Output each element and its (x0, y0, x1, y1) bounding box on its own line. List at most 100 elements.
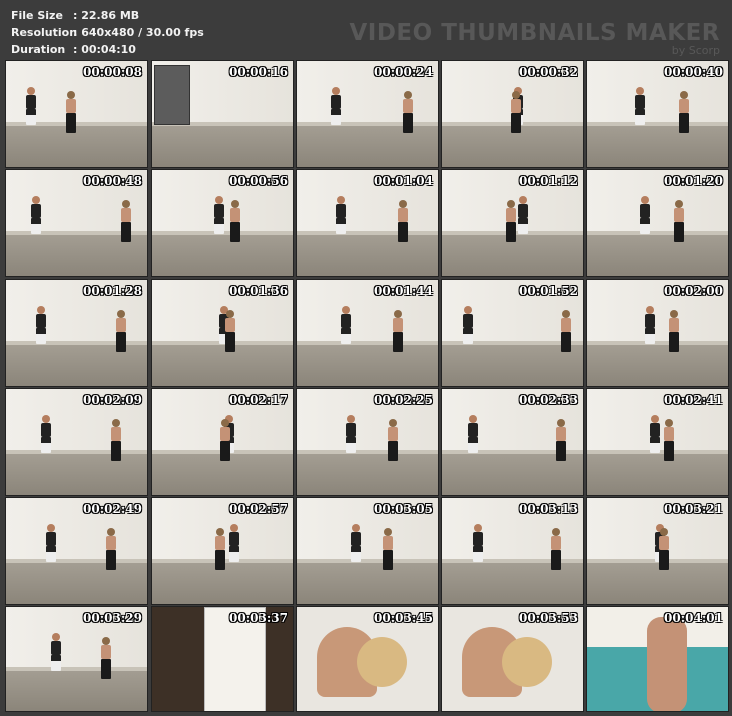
man-figure (645, 306, 655, 344)
figure-torso (229, 532, 239, 546)
video-thumbnail[interactable]: 00:01:36 (151, 279, 294, 387)
video-thumbnail[interactable]: 00:00:16 (151, 60, 294, 168)
duration-value: : 00:04:10 (73, 43, 136, 56)
video-thumbnail[interactable]: 00:02:09 (5, 388, 148, 496)
figure-head (352, 524, 360, 532)
woman-figure (383, 528, 393, 570)
video-thumbnail[interactable]: 00:04:01 (586, 606, 729, 712)
woman-figure (664, 419, 674, 461)
figure-legs (650, 437, 660, 453)
figure-torso (220, 427, 230, 441)
figure-torso (403, 99, 413, 113)
video-thumbnail[interactable]: 00:01:20 (586, 169, 729, 277)
figure-torso (41, 423, 51, 437)
thumbnail-timestamp: 00:01:36 (229, 284, 288, 298)
duration-label: Duration (11, 43, 66, 56)
close-up-hair (502, 637, 552, 687)
video-thumbnail[interactable]: 00:02:41 (586, 388, 729, 496)
video-thumbnail[interactable]: 00:02:49 (5, 497, 148, 605)
floor (297, 452, 438, 495)
figure-torso (659, 536, 669, 550)
video-thumbnail[interactable]: 00:01:12 (441, 169, 584, 277)
video-thumbnail[interactable]: 00:02:33 (441, 388, 584, 496)
figure-head (67, 91, 75, 99)
video-thumbnail[interactable]: 00:01:52 (441, 279, 584, 387)
figure-legs (473, 546, 483, 562)
video-thumbnail[interactable]: 00:03:05 (296, 497, 439, 605)
figure-torso (664, 427, 674, 441)
video-thumbnail[interactable]: 00:00:48 (5, 169, 148, 277)
figure-torso (111, 427, 121, 441)
watermark-title: VIDEO THUMBNAILS MAKER (349, 20, 720, 46)
figure-torso (66, 99, 76, 113)
man-figure (346, 415, 356, 453)
figure-head (512, 91, 520, 99)
figure-torso (383, 536, 393, 550)
garage-door (154, 65, 190, 125)
figure-legs (463, 328, 473, 344)
video-thumbnail[interactable]: 00:01:44 (296, 279, 439, 387)
man-figure (26, 87, 36, 125)
figure-legs (398, 222, 408, 242)
video-thumbnail[interactable]: 00:00:32 (441, 60, 584, 168)
figure-legs (393, 332, 403, 352)
figure-head (215, 196, 223, 204)
video-thumbnail[interactable]: 00:00:24 (296, 60, 439, 168)
figure-legs (116, 332, 126, 352)
video-thumbnail[interactable]: 00:03:45 (296, 606, 439, 712)
video-thumbnail[interactable]: 00:03:13 (441, 497, 584, 605)
figure-legs (669, 332, 679, 352)
figure-torso (101, 645, 111, 659)
thumbnail-timestamp: 00:01:44 (374, 284, 433, 298)
watermark-subtitle: by Scorp (671, 44, 720, 57)
thumbnail-timestamp: 00:02:57 (229, 502, 288, 516)
figure-head (47, 524, 55, 532)
figure-head (519, 196, 527, 204)
resolution-value: : 640x480 / 30.00 fps (73, 26, 204, 39)
video-thumbnail[interactable]: 00:02:25 (296, 388, 439, 496)
video-thumbnail[interactable]: 00:02:00 (586, 279, 729, 387)
video-thumbnail[interactable]: 00:00:40 (586, 60, 729, 168)
video-thumbnail[interactable]: 00:01:04 (296, 169, 439, 277)
figure-legs (101, 659, 111, 679)
woman-figure (121, 200, 131, 242)
video-thumbnail[interactable]: 00:01:28 (5, 279, 148, 387)
figure-torso (511, 99, 521, 113)
floor (152, 343, 293, 386)
thumbnail-timestamp: 00:03:53 (519, 611, 578, 625)
video-thumbnail[interactable]: 00:03:21 (586, 497, 729, 605)
figure-legs (659, 550, 669, 570)
video-thumbnail[interactable]: 00:02:17 (151, 388, 294, 496)
woman-figure (116, 310, 126, 352)
figure-head (384, 528, 392, 536)
thumbnail-timestamp: 00:04:01 (664, 611, 723, 625)
close-up-hair (357, 637, 407, 687)
video-thumbnail[interactable]: 00:03:37 (151, 606, 294, 712)
video-thumbnail[interactable]: 00:03:53 (441, 606, 584, 712)
video-thumbnail[interactable]: 00:03:29 (5, 606, 148, 712)
floor (6, 561, 147, 604)
figure-legs (388, 441, 398, 461)
figure-head (347, 415, 355, 423)
figure-legs (468, 437, 478, 453)
woman-figure (561, 310, 571, 352)
floor (587, 561, 728, 604)
figure-head (216, 528, 224, 536)
figure-head (221, 419, 229, 427)
video-thumbnail[interactable]: 00:00:56 (151, 169, 294, 277)
figure-torso (121, 208, 131, 222)
video-thumbnail[interactable]: 00:02:57 (151, 497, 294, 605)
file-size-label: File Size (11, 9, 63, 22)
baseboard (297, 341, 438, 346)
baseboard (442, 559, 583, 564)
figure-legs (383, 550, 393, 570)
figure-legs (41, 437, 51, 453)
video-thumbnail[interactable]: 00:00:08 (5, 60, 148, 168)
figure-torso (346, 423, 356, 437)
figure-legs (214, 218, 224, 234)
figure-torso (506, 208, 516, 222)
figure-torso (518, 204, 528, 218)
figure-torso (561, 318, 571, 332)
figure-legs (674, 222, 684, 242)
figure-torso (635, 95, 645, 109)
